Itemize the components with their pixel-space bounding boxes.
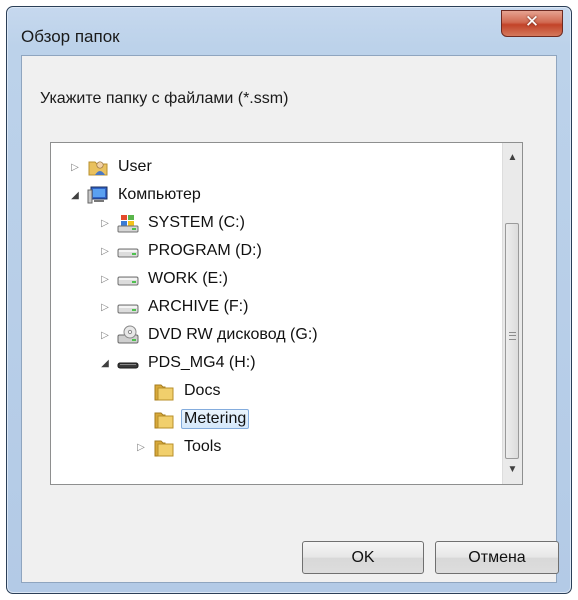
computer-icon bbox=[87, 186, 108, 204]
close-icon: ✕ bbox=[524, 12, 540, 32]
collapsed-arrow-icon[interactable]: ▷ bbox=[69, 161, 81, 173]
expanded-arrow-icon[interactable]: ◢ bbox=[99, 357, 111, 369]
collapsed-arrow-icon[interactable]: ▷ bbox=[99, 245, 111, 257]
tree-item-drive-d[interactable]: ▷ PROGRAM (D:) bbox=[99, 237, 265, 265]
tree-item-label: PROGRAM (D:) bbox=[148, 242, 262, 259]
collapsed-arrow-icon[interactable]: ▷ bbox=[99, 301, 111, 313]
folder-tree[interactable]: ▷ User ◢ Компьютер ▷ SYSTEM (C:) ▷ PROGR… bbox=[50, 142, 523, 485]
dialog-title: Обзор папок bbox=[21, 27, 120, 46]
folder-icon bbox=[154, 412, 174, 429]
tree-item-tools[interactable]: ▷ Tools bbox=[135, 433, 224, 461]
removable-drive-icon bbox=[117, 362, 139, 369]
scroll-down-arrow-icon[interactable]: ▼ bbox=[503, 459, 522, 481]
tree-item-drive-g[interactable]: ▷ DVD RW дисковод (G:) bbox=[99, 321, 321, 349]
tree-item-drive-h[interactable]: ◢ PDS_MG4 (H:) bbox=[99, 349, 259, 377]
scrollbar-thumb[interactable] bbox=[505, 223, 519, 459]
folder-icon bbox=[154, 440, 174, 457]
tree-item-label: PDS_MG4 (H:) bbox=[148, 354, 256, 371]
tree-item-label: Компьютер bbox=[118, 186, 201, 203]
tree-item-drive-f[interactable]: ▷ ARCHIVE (F:) bbox=[99, 293, 251, 321]
ok-button[interactable]: OK bbox=[302, 541, 424, 574]
tree-item-label: User bbox=[118, 158, 152, 175]
tree-item-label: ARCHIVE (F:) bbox=[148, 298, 249, 315]
user-folder-icon bbox=[88, 161, 108, 176]
cancel-button[interactable]: Отмена bbox=[435, 541, 559, 574]
dialog-prompt: Укажите папку с файлами (*.ssm) bbox=[40, 90, 289, 107]
tree-item-computer[interactable]: ◢ Компьютер bbox=[69, 181, 204, 209]
browse-folder-dialog: Обзор папок ✕ Укажите папку с файлами (*… bbox=[6, 6, 572, 594]
collapsed-arrow-icon[interactable]: ▷ bbox=[135, 441, 147, 453]
hard-drive-icon bbox=[117, 304, 139, 314]
collapsed-arrow-icon[interactable]: ▷ bbox=[99, 329, 111, 341]
dialog-client-area: Укажите папку с файлами (*.ssm) ▷ User ◢ bbox=[21, 55, 559, 583]
tree-item-drive-c[interactable]: ▷ SYSTEM (C:) bbox=[99, 209, 248, 237]
tree-item-user[interactable]: ▷ User bbox=[69, 153, 155, 181]
tree-item-docs[interactable]: Docs bbox=[153, 377, 223, 405]
tree-item-label: Docs bbox=[184, 382, 221, 399]
tree-item-metering[interactable]: Metering bbox=[153, 405, 250, 433]
tree-item-label: Tools bbox=[184, 438, 222, 455]
collapsed-arrow-icon[interactable]: ▷ bbox=[99, 217, 111, 229]
scrollbar-grip-icon bbox=[509, 332, 516, 340]
tree-item-label: WORK (E:) bbox=[148, 270, 228, 287]
hard-drive-icon bbox=[117, 276, 139, 286]
tree-item-label: DVD RW дисковод (G:) bbox=[148, 326, 318, 343]
expanded-arrow-icon[interactable]: ◢ bbox=[69, 189, 81, 201]
windows-drive-icon bbox=[117, 215, 139, 233]
collapsed-arrow-icon[interactable]: ▷ bbox=[99, 273, 111, 285]
close-button[interactable]: ✕ bbox=[501, 10, 563, 37]
vertical-scrollbar[interactable]: ▲ ▼ bbox=[502, 143, 522, 484]
tree-item-label: Metering bbox=[181, 409, 250, 429]
tree-item-drive-e[interactable]: ▷ WORK (E:) bbox=[99, 265, 231, 293]
tree-item-label: SYSTEM (C:) bbox=[148, 214, 245, 231]
scroll-up-arrow-icon[interactable]: ▲ bbox=[503, 147, 522, 169]
hard-drive-icon bbox=[117, 248, 139, 258]
dvd-drive-icon bbox=[117, 325, 139, 344]
folder-icon bbox=[154, 384, 174, 401]
